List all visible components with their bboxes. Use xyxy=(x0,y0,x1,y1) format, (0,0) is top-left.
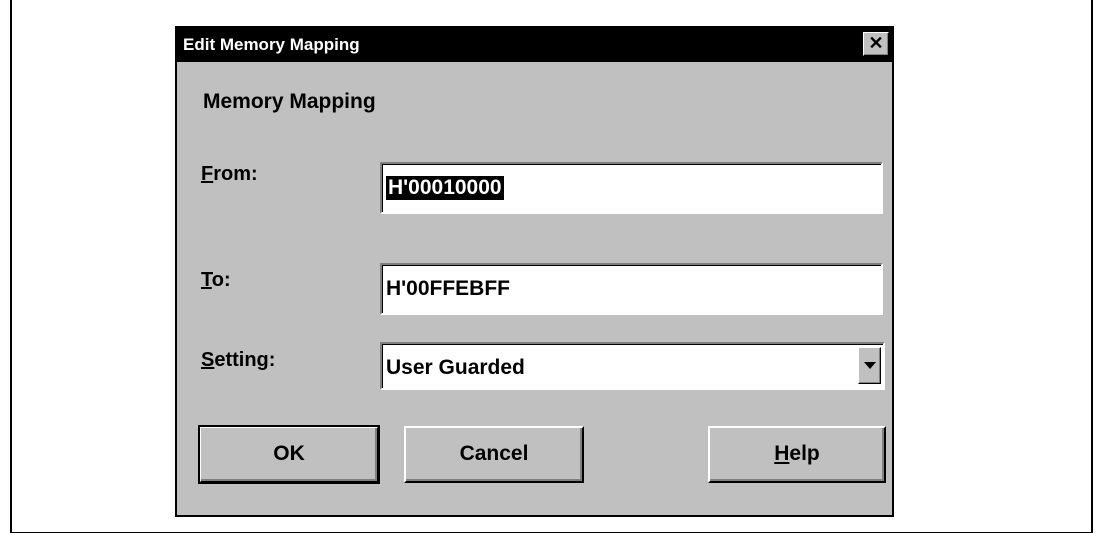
group-label: Memory Mapping xyxy=(203,90,376,113)
from-input[interactable]: H'00010000 xyxy=(380,162,883,214)
setting-value: User Guarded xyxy=(386,356,525,379)
to-label: To: xyxy=(201,269,231,292)
setting-label-accel: S xyxy=(201,349,215,371)
from-label-accel: F xyxy=(201,163,214,185)
setting-label: Setting: xyxy=(201,349,275,372)
help-button-accel: H xyxy=(774,442,790,465)
setting-select[interactable]: User Guarded xyxy=(380,342,885,390)
to-input[interactable]: H'00FFEBFF xyxy=(380,263,883,315)
from-label-rest: rom: xyxy=(213,163,258,185)
ok-button[interactable]: OK xyxy=(198,425,380,484)
help-button[interactable]: Help xyxy=(708,426,886,483)
from-value: H'00010000 xyxy=(386,176,504,200)
setting-label-rest: etting: xyxy=(214,349,276,371)
to-label-accel: T xyxy=(201,269,212,291)
title-bar: Edit Memory Mapping ✕ xyxy=(177,28,892,62)
from-label: From: xyxy=(201,163,258,186)
cancel-button[interactable]: Cancel xyxy=(404,426,584,483)
close-icon: ✕ xyxy=(868,33,884,53)
chevron-down-icon xyxy=(864,362,876,369)
to-label-rest: o: xyxy=(211,269,231,291)
close-button[interactable]: ✕ xyxy=(863,32,889,56)
dialog-title: Edit Memory Mapping xyxy=(183,35,360,54)
setting-dropdown-button[interactable] xyxy=(858,347,881,384)
to-value: H'00FFEBFF xyxy=(386,277,511,300)
edit-memory-mapping-dialog: Edit Memory Mapping ✕ Memory Mapping Fro… xyxy=(175,26,894,517)
help-button-rest: elp xyxy=(789,442,820,465)
